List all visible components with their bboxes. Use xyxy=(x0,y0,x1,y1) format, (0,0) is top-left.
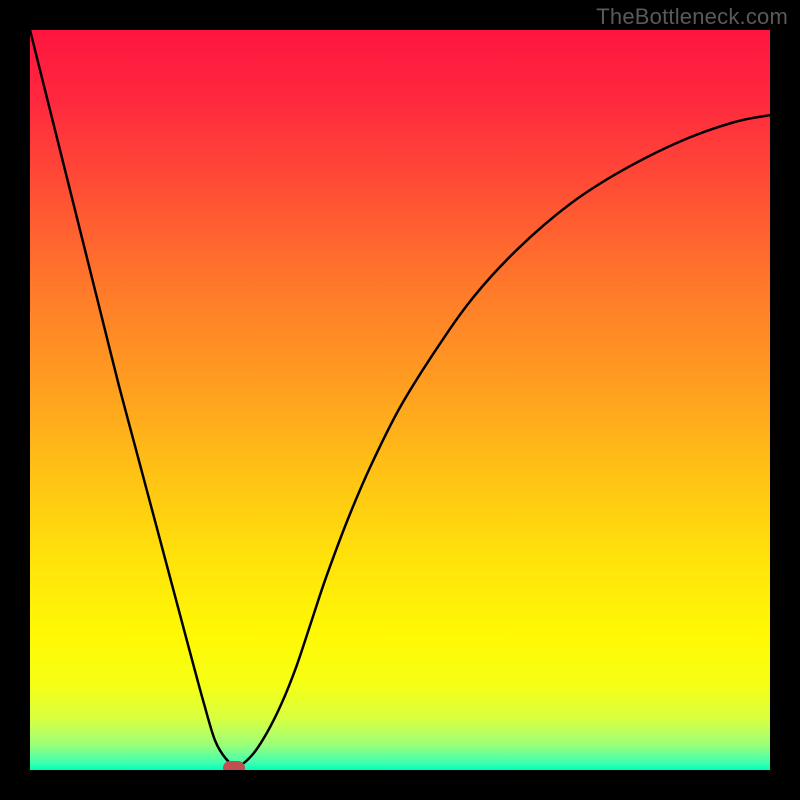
plot-area xyxy=(30,30,770,770)
chart-container: TheBottleneck.com xyxy=(0,0,800,800)
minimum-point-marker xyxy=(223,761,245,770)
bottleneck-curve xyxy=(30,30,770,770)
watermark-text: TheBottleneck.com xyxy=(596,4,788,30)
